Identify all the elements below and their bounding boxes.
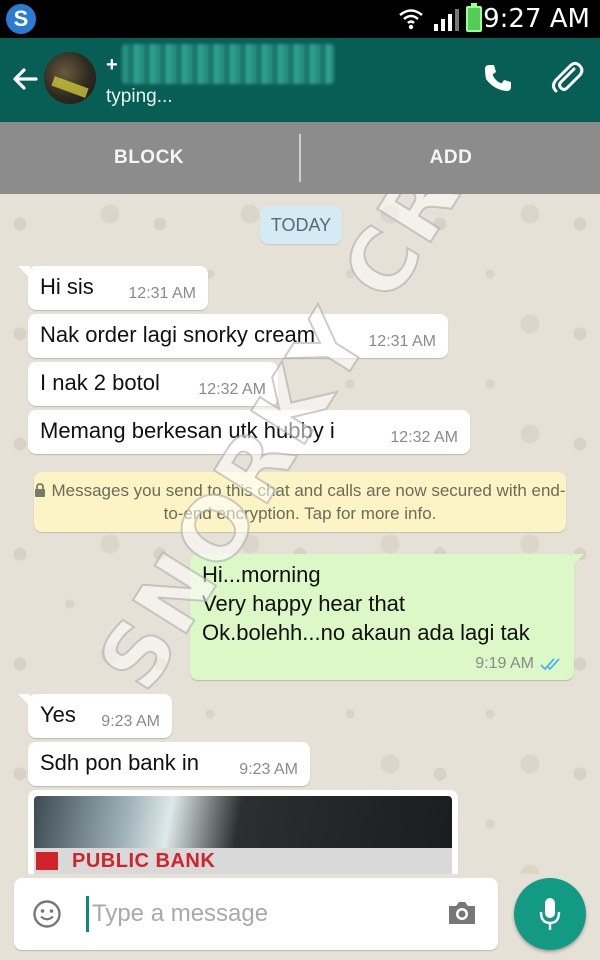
contact-name[interactable]: + (106, 54, 118, 77)
incoming-message[interactable]: Yes 9:23 AM (18, 694, 172, 738)
message-line: Ok.bolehh...no akaun ada lagi tak (202, 620, 530, 645)
message-time: 12:31 AM (368, 333, 436, 350)
message-line: Hi...morning (202, 562, 321, 587)
message-time: 9:23 AM (101, 713, 160, 730)
message-text: Nak order lagi snorky cream (40, 322, 316, 347)
app-notification-icon: S (6, 4, 36, 34)
incoming-message[interactable]: Memang berkesan utk hubby i 12:32 AM (28, 410, 470, 454)
message-time: 12:31 AM (128, 285, 196, 302)
bank-slip-photo[interactable]: PUBLIC BANK (34, 796, 452, 874)
message-time: 12:32 AM (390, 429, 458, 446)
message-text: Sdh pon bank in (40, 750, 200, 775)
unknown-contact-action-bar: BLOCK ADD (0, 122, 600, 194)
incoming-message[interactable]: Nak order lagi snorky cream 12:31 AM (28, 314, 448, 358)
incoming-message[interactable]: Hi sis 12:31 AM (18, 266, 208, 310)
signal-icon (434, 9, 459, 31)
chat-header: + typing... (0, 38, 600, 122)
text-cursor (86, 896, 89, 932)
date-separator: TODAY (260, 206, 342, 244)
status-time: 9:27 AM (483, 4, 590, 34)
contact-name-redaction (122, 44, 334, 84)
bank-logo-icon (36, 852, 58, 870)
block-button[interactable]: BLOCK (0, 122, 298, 194)
incoming-message[interactable]: Sdh pon bank in 9:23 AM (28, 742, 310, 786)
encryption-notice[interactable]: Messages you send to this chat and calls… (34, 472, 566, 532)
status-bar: S 9:27 AM (0, 0, 600, 38)
chat-area[interactable]: TODAY Hi sis 12:31 AM Nak order lagi sno… (0, 194, 600, 874)
phone-icon[interactable] (482, 62, 514, 94)
message-time: 9:23 AM (239, 761, 298, 778)
microphone-icon (539, 898, 561, 930)
battery-icon (466, 3, 482, 32)
message-time: 9:19 AM (475, 655, 534, 672)
message-input[interactable] (92, 896, 422, 932)
camera-icon[interactable] (446, 898, 478, 928)
paperclip-icon[interactable] (550, 60, 584, 96)
emoji-icon[interactable] (32, 899, 62, 929)
back-arrow-icon[interactable] (10, 64, 40, 94)
message-time: 12:32 AM (198, 381, 266, 398)
voice-message-button[interactable] (514, 878, 586, 950)
encryption-notice-text: Messages you send to this chat and calls… (51, 481, 566, 523)
image-message[interactable]: PUBLIC BANK (28, 790, 458, 874)
double-check-icon (540, 658, 560, 671)
action-divider (299, 134, 301, 182)
photo-bank-name: PUBLIC BANK (72, 850, 216, 872)
add-contact-button[interactable]: ADD (302, 122, 600, 194)
message-text: Hi sis (40, 274, 94, 299)
message-text: Yes (40, 702, 76, 727)
message-text: I nak 2 botol (40, 370, 160, 395)
wifi-icon (399, 9, 423, 30)
incoming-message[interactable]: I nak 2 botol 12:32 AM (28, 362, 278, 406)
lock-icon (35, 483, 46, 497)
message-compose-box (14, 878, 498, 950)
contact-status: typing... (106, 86, 173, 107)
message-line: Very happy hear that (202, 591, 406, 616)
input-bar (0, 874, 600, 960)
contact-avatar[interactable] (44, 52, 96, 104)
message-text: Memang berkesan utk hubby i (40, 418, 335, 443)
outgoing-message[interactable]: Hi...morning Very happy hear that Ok.bol… (190, 554, 584, 680)
